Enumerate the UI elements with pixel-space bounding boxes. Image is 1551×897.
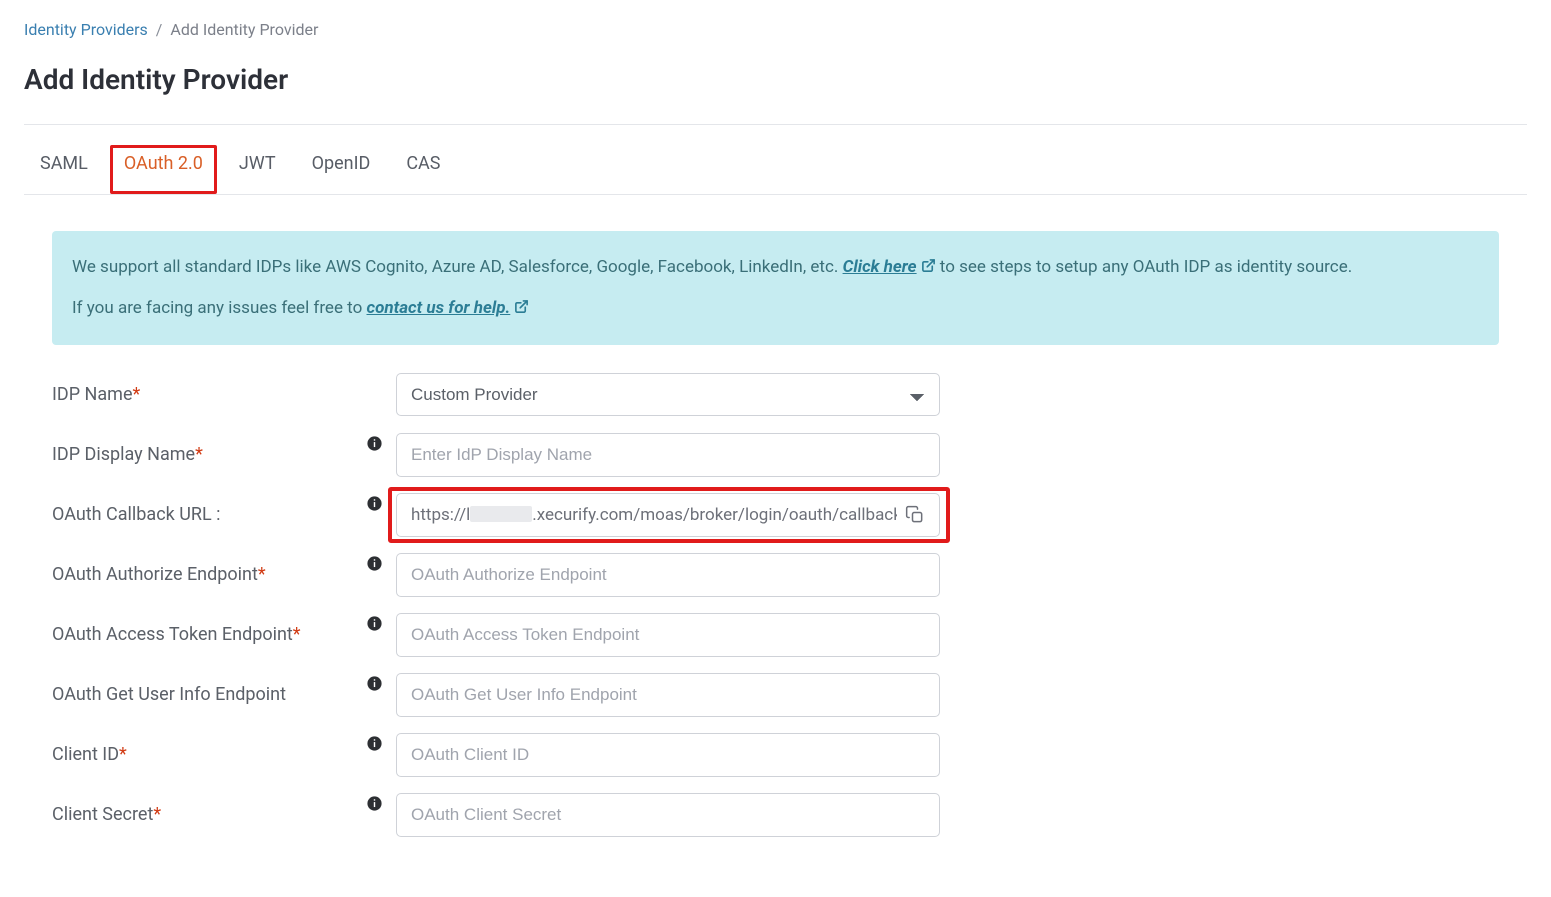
info-icon[interactable] <box>366 555 383 572</box>
tab-jwt[interactable]: JWT <box>239 151 276 194</box>
info-icon[interactable] <box>366 615 383 632</box>
label-userinfo-endpoint: OAuth Get User Info Endpoint <box>52 668 352 721</box>
authorize-endpoint-input[interactable] <box>396 553 940 597</box>
label-client-secret: Client Secret* <box>52 788 352 841</box>
label-client-id: Client ID* <box>52 728 352 781</box>
info-banner: We support all standard IDPs like AWS Co… <box>52 231 1499 345</box>
banner-click-here-link[interactable]: Click here <box>843 257 936 277</box>
breadcrumb-current: Add Identity Provider <box>170 20 318 39</box>
tab-saml[interactable]: SAML <box>40 151 88 194</box>
tab-cas[interactable]: CAS <box>406 151 440 194</box>
callback-url-field: https://l.xecurify.com/moas/broker/login… <box>396 493 940 537</box>
label-idp-display-name: IDP Display Name* <box>52 428 352 481</box>
banner-line2-pre: If you are facing any issues feel free t… <box>72 298 367 318</box>
label-authorize-endpoint: OAuth Authorize Endpoint* <box>52 548 352 601</box>
banner-line1-post: to see steps to setup any OAuth IDP as i… <box>936 257 1353 277</box>
page-title: Add Identity Provider <box>24 63 1527 96</box>
callback-url-value: https://l.xecurify.com/moas/broker/login… <box>411 505 897 525</box>
idp-form: IDP Name* Custom Provider IDP Display Na… <box>52 365 1499 845</box>
tab-openid[interactable]: OpenID <box>312 151 371 194</box>
banner-contact-link[interactable]: contact us for help. <box>367 298 530 318</box>
label-callback-url: OAuth Callback URL : <box>52 488 352 541</box>
tabs: SAML OAuth 2.0 JWT OpenID CAS <box>24 125 1527 195</box>
copy-icon[interactable] <box>905 505 925 525</box>
idp-name-select[interactable]: Custom Provider <box>396 373 940 416</box>
breadcrumb: Identity Providers / Add Identity Provid… <box>24 20 1527 39</box>
userinfo-endpoint-input[interactable] <box>396 673 940 717</box>
token-endpoint-input[interactable] <box>396 613 940 657</box>
info-icon[interactable] <box>366 675 383 692</box>
external-link-icon <box>921 258 936 273</box>
client-secret-input[interactable] <box>396 793 940 837</box>
breadcrumb-root-link[interactable]: Identity Providers <box>24 20 148 39</box>
breadcrumb-separator: / <box>156 20 163 39</box>
idp-display-name-input[interactable] <box>396 433 940 477</box>
label-token-endpoint: OAuth Access Token Endpoint* <box>52 608 352 661</box>
info-icon[interactable] <box>366 495 383 512</box>
info-icon[interactable] <box>366 735 383 752</box>
tab-oauth[interactable]: OAuth 2.0 <box>124 151 203 194</box>
label-idp-name: IDP Name* <box>52 368 352 421</box>
redacted-segment <box>470 506 532 522</box>
info-icon[interactable] <box>366 435 383 452</box>
client-id-input[interactable] <box>396 733 940 777</box>
info-icon[interactable] <box>366 795 383 812</box>
banner-line1-pre: We support all standard IDPs like AWS Co… <box>72 257 843 277</box>
external-link-icon <box>514 299 529 314</box>
